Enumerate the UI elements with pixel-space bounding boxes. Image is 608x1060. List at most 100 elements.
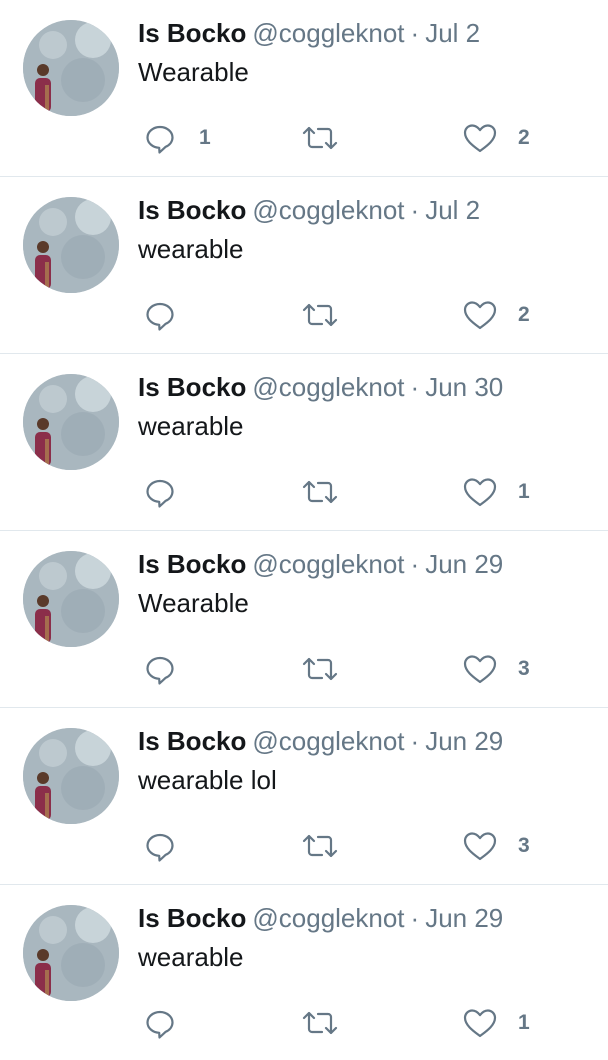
retweet-icon xyxy=(302,1011,338,1035)
tweet-text: Wearable xyxy=(138,57,249,87)
avatar[interactable] xyxy=(23,374,119,470)
heart-icon xyxy=(463,124,497,153)
retweet-icon xyxy=(302,657,338,681)
avatar[interactable] xyxy=(23,551,119,647)
display-name[interactable]: Is Bocko xyxy=(138,372,246,402)
retweet-button[interactable] xyxy=(300,472,363,512)
tweet[interactable]: Is Bocko @coggleknot · Jun 29 wearable 1 xyxy=(0,885,608,1060)
tweet-text: wearable xyxy=(138,234,244,264)
tweet-actions: 1 xyxy=(0,472,608,512)
heart-icon xyxy=(463,301,497,330)
avatar-image xyxy=(23,20,119,116)
tweet-text: wearable lol xyxy=(138,765,277,795)
tweet[interactable]: Is Bocko @coggleknot · Jun 30 wearable 1 xyxy=(0,354,608,531)
display-name[interactable]: Is Bocko xyxy=(138,726,246,756)
reply-button[interactable] xyxy=(144,472,199,512)
reply-button[interactable] xyxy=(144,649,199,689)
reply-count: 1 xyxy=(199,126,211,149)
like-button[interactable]: 2 xyxy=(462,295,530,335)
like-button[interactable]: 3 xyxy=(462,649,530,689)
tweet-actions: 3 xyxy=(0,826,608,866)
tweet[interactable]: Is Bocko @coggleknot · Jun 29 Wearable 3 xyxy=(0,531,608,708)
timestamp[interactable]: Jul 2 xyxy=(425,195,480,225)
like-button[interactable]: 2 xyxy=(462,118,530,158)
avatar-image xyxy=(23,728,119,824)
tweet[interactable]: Is Bocko @coggleknot · Jun 29 wearable lol … xyxy=(0,708,608,885)
reply-button[interactable] xyxy=(144,826,199,866)
heart-icon xyxy=(463,832,497,861)
avatar-image xyxy=(23,905,119,1001)
retweet-button[interactable] xyxy=(300,1003,363,1043)
like-count: 3 xyxy=(518,834,530,857)
like-button[interactable]: 3 xyxy=(462,826,530,866)
tweet[interactable]: Is Bocko @coggleknot · Jul 2 Wearable 1 2 xyxy=(0,0,608,177)
tweet-text: wearable xyxy=(138,411,244,441)
like-count: 1 xyxy=(518,480,530,503)
tweet-header: Is Bocko @coggleknot · Jul 2 xyxy=(138,193,480,227)
like-count: 2 xyxy=(518,303,530,326)
tweet-feed: Is Bocko @coggleknot · Jul 2 Wearable 1 2 xyxy=(0,0,608,1060)
reply-icon xyxy=(146,1010,174,1039)
like-count: 2 xyxy=(518,126,530,149)
tweet-header: Is Bocko @coggleknot · Jun 29 xyxy=(138,724,503,758)
separator: · xyxy=(410,18,420,48)
tweet-header: Is Bocko @coggleknot · Jun 29 xyxy=(138,901,503,935)
like-count: 1 xyxy=(518,1011,530,1034)
timestamp[interactable]: Jun 29 xyxy=(425,903,503,933)
tweet-text: wearable xyxy=(138,942,244,972)
reply-icon xyxy=(146,833,174,862)
avatar[interactable] xyxy=(23,728,119,824)
reply-button[interactable] xyxy=(144,295,199,335)
tweet-header: Is Bocko @coggleknot · Jun 30 xyxy=(138,370,503,404)
tweet-header: Is Bocko @coggleknot · Jul 2 xyxy=(138,16,480,50)
timestamp[interactable]: Jul 2 xyxy=(425,18,480,48)
separator: · xyxy=(410,726,420,756)
avatar-image xyxy=(23,374,119,470)
reply-icon xyxy=(146,125,174,154)
username[interactable]: @coggleknot xyxy=(252,549,404,579)
avatar-image xyxy=(23,551,119,647)
like-button[interactable]: 1 xyxy=(462,472,530,512)
separator: · xyxy=(410,372,420,402)
tweet-actions: 1 xyxy=(0,1003,608,1043)
display-name[interactable]: Is Bocko xyxy=(138,903,246,933)
reply-icon xyxy=(146,479,174,508)
tweet-actions: 1 2 xyxy=(0,118,608,158)
timestamp[interactable]: Jun 30 xyxy=(425,372,503,402)
separator: · xyxy=(410,903,420,933)
reply-button[interactable]: 1 xyxy=(144,118,211,158)
display-name[interactable]: Is Bocko xyxy=(138,195,246,225)
tweet[interactable]: Is Bocko @coggleknot · Jul 2 wearable 2 xyxy=(0,177,608,354)
separator: · xyxy=(410,549,420,579)
username[interactable]: @coggleknot xyxy=(252,903,404,933)
reply-icon xyxy=(146,302,174,331)
retweet-button[interactable] xyxy=(300,826,363,866)
retweet-button[interactable] xyxy=(300,118,363,158)
avatar[interactable] xyxy=(23,905,119,1001)
tweet-actions: 3 xyxy=(0,649,608,689)
retweet-button[interactable] xyxy=(300,295,363,335)
username[interactable]: @coggleknot xyxy=(252,726,404,756)
retweet-button[interactable] xyxy=(300,649,363,689)
timestamp[interactable]: Jun 29 xyxy=(425,726,503,756)
tweet-actions: 2 xyxy=(0,295,608,335)
reply-button[interactable] xyxy=(144,1003,199,1043)
username[interactable]: @coggleknot xyxy=(252,18,404,48)
username[interactable]: @coggleknot xyxy=(252,372,404,402)
heart-icon xyxy=(463,478,497,507)
display-name[interactable]: Is Bocko xyxy=(138,18,246,48)
tweet-text: Wearable xyxy=(138,588,249,618)
separator: · xyxy=(410,195,420,225)
like-button[interactable]: 1 xyxy=(462,1003,530,1043)
username[interactable]: @coggleknot xyxy=(252,195,404,225)
retweet-icon xyxy=(302,480,338,504)
reply-icon xyxy=(146,656,174,685)
avatar[interactable] xyxy=(23,20,119,116)
heart-icon xyxy=(463,655,497,684)
display-name[interactable]: Is Bocko xyxy=(138,549,246,579)
timestamp[interactable]: Jun 29 xyxy=(425,549,503,579)
avatar[interactable] xyxy=(23,197,119,293)
avatar-image xyxy=(23,197,119,293)
tweet-header: Is Bocko @coggleknot · Jun 29 xyxy=(138,547,503,581)
retweet-icon xyxy=(302,834,338,858)
